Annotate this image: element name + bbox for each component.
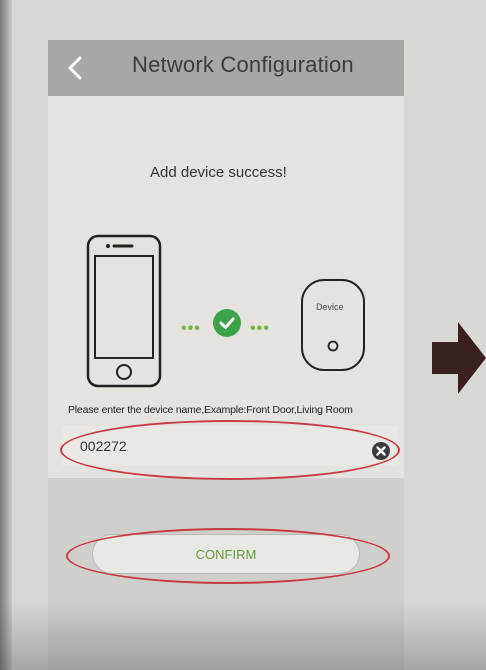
chevron-left-icon bbox=[68, 56, 82, 80]
connection-dots-left: ••• bbox=[181, 320, 201, 337]
device-name-hint: Please enter the device name,Example:Fro… bbox=[68, 404, 353, 416]
title-bar: Network Configuration bbox=[48, 40, 404, 96]
bottom-shadow bbox=[0, 600, 486, 670]
highlight-ellipse-confirm bbox=[66, 528, 390, 584]
device-label: Device bbox=[316, 302, 344, 312]
device-icon bbox=[301, 279, 365, 371]
page-edge-shadow bbox=[0, 0, 12, 670]
back-button[interactable] bbox=[62, 50, 90, 86]
app-screen: Network Configuration Add device success… bbox=[48, 40, 404, 670]
check-icon bbox=[213, 309, 241, 337]
success-message: Add device success! bbox=[150, 164, 287, 181]
highlight-ellipse-input bbox=[60, 420, 400, 480]
page-title: Network Configuration bbox=[132, 52, 354, 77]
connection-dots-right: ••• bbox=[250, 320, 270, 337]
phone-icon bbox=[86, 234, 162, 388]
arrow-right-icon bbox=[432, 322, 486, 394]
